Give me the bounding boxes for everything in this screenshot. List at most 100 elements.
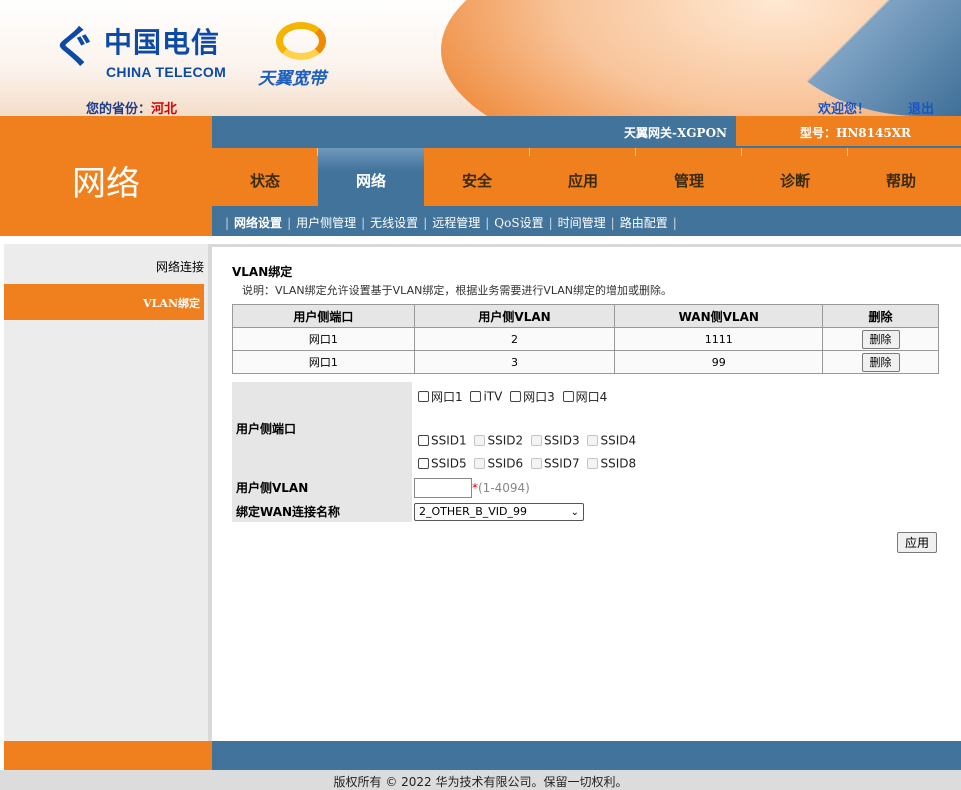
- ssid-checkbox-5[interactable]: SSID5: [418, 456, 467, 471]
- column-header: 删除: [822, 304, 939, 328]
- sub-nav-divider: |: [672, 216, 677, 230]
- checkbox-label: SSID8: [600, 456, 637, 471]
- tab-label: 帮助: [885, 172, 916, 190]
- logout-link[interactable]: 退出: [908, 98, 934, 116]
- province-value: 河北: [151, 102, 178, 116]
- ssid-checkbox-8: SSID8: [587, 456, 636, 471]
- cell-action: 删除: [822, 327, 939, 351]
- checkbox-label: 网口4: [575, 390, 608, 404]
- port-checkbox-lan3[interactable]: 网口3: [510, 388, 555, 405]
- user-port-label: 用户侧端口: [236, 422, 297, 436]
- port-checkbox-row: 网口1 iTV 网口3 网口4: [418, 388, 611, 405]
- ssid-checkbox-row: SSID1 SSID2 SSID3 SSID4: [418, 433, 640, 448]
- ssid-checkbox-4: SSID4: [587, 433, 636, 448]
- content-panel: VLAN绑定 说明：VLAN绑定允许设置基于VLAN绑定，根据业务需要进行VLA…: [212, 244, 961, 741]
- page-title: VLAN绑定: [232, 265, 293, 279]
- tab-application[interactable]: 应用: [530, 148, 636, 206]
- ssid-checkbox-1[interactable]: SSID1: [418, 433, 467, 448]
- tab-help[interactable]: 帮助: [848, 148, 954, 206]
- tab-management[interactable]: 管理: [636, 148, 742, 206]
- column-header: WAN侧VLAN: [614, 304, 824, 328]
- tab-label: 网络: [355, 172, 386, 190]
- vlan-range-text: (1-4094): [478, 481, 530, 495]
- tab-network[interactable]: 网络: [318, 148, 424, 206]
- checkbox-label: SSID7: [543, 456, 580, 471]
- province-info: 您的省份：河北: [86, 98, 177, 116]
- tab-label: 管理: [673, 172, 704, 190]
- logo-english-text: CHINA TELECOM: [106, 64, 227, 80]
- subnav-wireless-settings[interactable]: 无线设置: [370, 216, 418, 230]
- checkbox-icon: [474, 435, 486, 447]
- delete-button[interactable]: 删除: [861, 329, 900, 349]
- apply-button[interactable]: 应用: [897, 532, 937, 553]
- model-label: 型号：HN8145XR: [800, 126, 911, 140]
- checkbox-icon: [418, 458, 429, 470]
- tab-label: 诊断: [779, 172, 810, 190]
- checkbox-label: SSID4: [600, 433, 637, 448]
- cell-wan-vlan: 1111: [614, 327, 824, 351]
- checkbox-icon: [418, 391, 429, 402]
- column-header: 用户侧端口: [232, 304, 415, 328]
- main-nav: 状态 网络 安全 应用 管理 诊断 帮助: [212, 148, 961, 206]
- checkbox-label: 网口3: [523, 390, 555, 404]
- sub-nav-divider: |: [485, 216, 490, 230]
- gateway-name: 天翼网关-XGPON: [624, 126, 727, 140]
- footer-bar: [212, 741, 961, 770]
- table-header-row: 用户侧端口 用户侧VLAN WAN侧VLAN 删除: [232, 304, 939, 328]
- cell-port: 网口1: [232, 327, 415, 351]
- tab-status[interactable]: 状态: [212, 148, 318, 206]
- cell-user-vlan: 2: [413, 327, 616, 351]
- port-checkbox-itv[interactable]: iTV: [470, 389, 502, 404]
- tianyi-logo-text: 天翼宽带: [258, 69, 326, 89]
- sub-nav: | 网络设置 | 用户侧管理 | 无线设置 | 远程管理 | QoS设置 | 时间管理 | 路由配置 |: [212, 206, 961, 236]
- gateway-info-bar: 天翼网关-XGPON 型号：HN8145XR: [212, 116, 961, 148]
- checkbox-label: 网口1: [431, 390, 463, 404]
- copyright-text: 版权所有 © 2022 华为技术有限公司。保留一切权利。: [0, 770, 961, 790]
- subnav-time-management[interactable]: 时间管理: [558, 216, 606, 230]
- checkbox-label: SSID2: [487, 433, 524, 448]
- subnav-network-settings[interactable]: 网络设置: [234, 216, 282, 230]
- checkbox-label: SSID3: [543, 433, 580, 448]
- sub-nav-divider: |: [610, 216, 615, 230]
- cell-wan-vlan: 99: [614, 350, 824, 374]
- province-label: 您的省份：: [86, 102, 152, 116]
- router-admin-page: ぐ 中国电信 CHINA TELECOM 天翼宽带 您的省份：河北 欢迎您！ 退…: [0, 0, 961, 790]
- checkbox-icon: [562, 391, 574, 402]
- tianyi-broadband-logo: 天翼宽带: [258, 18, 348, 89]
- wan-connection-select[interactable]: 2_OTHER_B_VID_99 ⌄: [414, 503, 584, 521]
- ssid-checkbox-6: SSID6: [474, 456, 523, 471]
- wan-connection-label: 绑定WAN连接名称: [236, 505, 341, 519]
- cell-user-vlan: 3: [413, 350, 616, 374]
- header-banner: ぐ 中国电信 CHINA TELECOM 天翼宽带 您的省份：河北 欢迎您！ 退…: [0, 0, 961, 116]
- port-checkbox-lan1[interactable]: 网口1: [418, 388, 463, 405]
- footer-left-bar: [4, 741, 212, 770]
- chevron-down-icon: ⌄: [570, 507, 579, 518]
- vlan-range-hint: *(1-4094): [472, 481, 530, 495]
- sidebar-item-network-connection[interactable]: 网络连接: [4, 258, 204, 275]
- subnav-qos-settings[interactable]: QoS设置: [494, 216, 543, 230]
- model-box: 型号：HN8145XR: [736, 116, 961, 146]
- china-telecom-logo: ぐ 中国电信 CHINA TELECOM: [52, 26, 232, 82]
- subnav-route-config[interactable]: 路由配置: [620, 216, 668, 230]
- vlan-binding-table: 用户侧端口 用户侧VLAN WAN侧VLAN 删除 网口1 2 1111 删除 …: [232, 304, 939, 374]
- subnav-remote-management[interactable]: 远程管理: [432, 216, 480, 230]
- table-row: 网口1 2 1111 删除: [232, 327, 939, 351]
- sub-nav-divider: |: [548, 216, 553, 230]
- column-header: 用户侧VLAN: [413, 304, 616, 328]
- tab-security[interactable]: 安全: [424, 148, 530, 206]
- checkbox-icon: [474, 458, 486, 470]
- port-checkbox-lan4[interactable]: 网口4: [562, 388, 608, 405]
- checkbox-icon: [470, 391, 482, 403]
- subnav-user-side-management[interactable]: 用户侧管理: [296, 216, 356, 230]
- delete-button[interactable]: 删除: [861, 352, 900, 372]
- tab-diagnosis[interactable]: 诊断: [742, 148, 848, 206]
- ssid-checkbox-7: SSID7: [530, 456, 580, 471]
- tab-label: 安全: [461, 172, 492, 190]
- checkbox-label: SSID1: [431, 433, 467, 448]
- sidebar-item-vlan-binding[interactable]: VLAN绑定: [4, 284, 204, 320]
- user-vlan-input[interactable]: [414, 478, 472, 498]
- cell-action: 删除: [822, 350, 939, 374]
- wan-selected-value: 2_OTHER_B_VID_99: [419, 505, 528, 518]
- cell-port: 网口1: [232, 350, 415, 374]
- sub-nav-divider: |: [225, 216, 230, 230]
